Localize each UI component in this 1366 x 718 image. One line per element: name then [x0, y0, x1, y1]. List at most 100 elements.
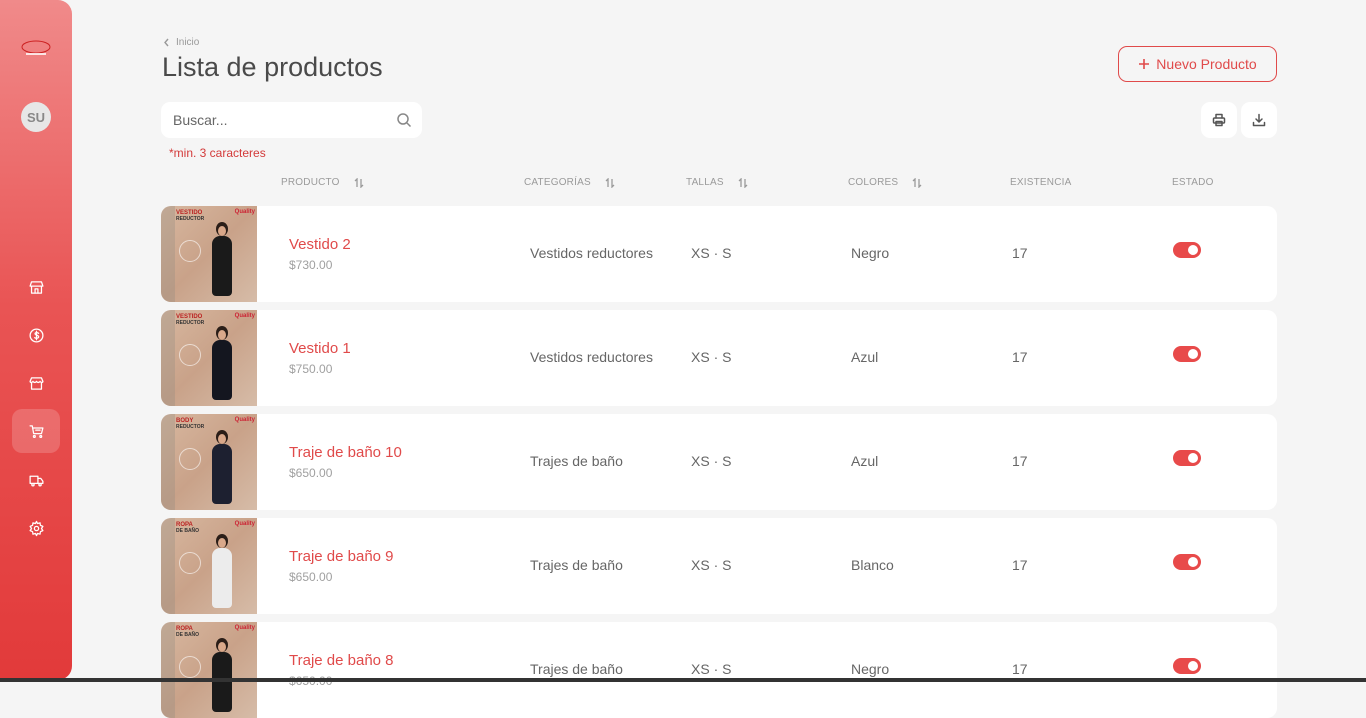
search-icon[interactable] [396, 112, 412, 128]
garment [212, 340, 232, 400]
product-name[interactable]: Traje de baño 10 [289, 444, 402, 461]
product-sizes: XS · S [691, 557, 732, 573]
product-name[interactable]: Traje de baño 9 [289, 548, 394, 565]
status-toggle[interactable] [1173, 554, 1201, 570]
thumbnail-brand: Quality [234, 625, 255, 631]
store-icon [28, 280, 44, 294]
product-thumbnail[interactable]: VESTIDO REDUCTOR Quality [161, 310, 257, 406]
column-header-stock: EXISTENCIA [1010, 177, 1072, 188]
product-category: Trajes de baño [530, 661, 623, 677]
nav-settings[interactable] [12, 506, 60, 550]
page-title: Lista de productos [162, 52, 383, 82]
thumbnail-brand: Quality [234, 521, 255, 527]
search-hint: *min. 3 caracteres [169, 146, 266, 160]
gear-icon [28, 520, 44, 536]
product-category: Vestidos reductores [530, 349, 653, 365]
nav-delivery[interactable] [12, 458, 60, 502]
product-category: Vestidos reductores [530, 245, 653, 261]
product-thumbnail[interactable]: ROPA DE BAÑO Quality [161, 622, 257, 718]
status-toggle[interactable] [1173, 242, 1201, 258]
model-figure [207, 634, 237, 718]
sort-icon [738, 177, 748, 188]
table-row[interactable]: VESTIDO REDUCTOR Quality Vestido 1 $750.… [161, 310, 1277, 406]
product-stock: 17 [1012, 557, 1028, 573]
thumbnail-leaf-decoration [161, 518, 175, 614]
thumbnail-subtitle: DE BAÑO [176, 528, 200, 534]
window-bottom-edge [0, 678, 1366, 682]
product-color: Blanco [851, 557, 894, 573]
product-sizes: XS · S [691, 245, 732, 261]
status-toggle[interactable] [1173, 658, 1201, 674]
new-product-button[interactable]: Nuevo Producto [1118, 46, 1277, 82]
product-stock: 17 [1012, 453, 1028, 469]
garment [212, 548, 232, 608]
table-row[interactable]: BODY REDUCTOR Quality Traje de baño 10 $… [161, 414, 1277, 510]
product-stock: 17 [1012, 349, 1028, 365]
brand-logo[interactable] [20, 38, 52, 58]
product-name[interactable]: Vestido 2 [289, 236, 351, 253]
product-category: Trajes de baño [530, 557, 623, 573]
thumbnail-leaf-decoration [161, 310, 175, 406]
thumbnail-badge [179, 448, 201, 470]
nav-shop[interactable] [12, 361, 60, 405]
plus-icon [1139, 59, 1150, 69]
model-figure [207, 530, 237, 614]
model-figure [207, 322, 237, 406]
thumbnail-badge [179, 552, 201, 574]
nav-store[interactable] [12, 265, 60, 309]
sort-icon [912, 177, 922, 188]
product-price: $650.00 [289, 570, 333, 584]
thumbnail-subtitle: DE BAÑO [176, 632, 200, 638]
garment [212, 444, 232, 504]
product-price: $750.00 [289, 362, 333, 376]
product-sizes: XS · S [691, 349, 732, 365]
thumbnail-brand: Quality [234, 209, 255, 215]
product-stock: 17 [1012, 661, 1028, 677]
print-button[interactable] [1201, 102, 1237, 138]
status-toggle[interactable] [1173, 450, 1201, 466]
dollar-icon [28, 327, 44, 343]
status-toggle[interactable] [1173, 346, 1201, 362]
breadcrumb-home[interactable]: Inicio [176, 37, 199, 48]
sort-icon [354, 177, 364, 188]
breadcrumb[interactable]: Inicio [163, 37, 199, 48]
download-button[interactable] [1241, 102, 1277, 138]
product-price: $650.00 [289, 466, 333, 480]
thumbnail-leaf-decoration [161, 414, 175, 510]
thumbnail-badge [179, 344, 201, 366]
nav-sales[interactable] [12, 313, 60, 357]
sort-icon [605, 177, 615, 188]
garment [212, 236, 232, 296]
product-thumbnail[interactable]: ROPA DE BAÑO Quality [161, 518, 257, 614]
garment [212, 652, 232, 712]
thumbnail-leaf-decoration [161, 622, 175, 718]
nav-cart[interactable] [12, 409, 60, 453]
search-input[interactable] [173, 112, 388, 128]
thumbnail-brand: Quality [234, 313, 255, 319]
table-row[interactable]: VESTIDO REDUCTOR Quality Vestido 2 $730.… [161, 206, 1277, 302]
column-header-sizes[interactable]: TALLAS [686, 177, 748, 188]
thumbnail-badge [179, 656, 201, 678]
avatar[interactable]: SU [21, 102, 51, 132]
model-figure [207, 426, 237, 510]
table-row[interactable]: ROPA DE BAÑO Quality Traje de baño 9 $65… [161, 518, 1277, 614]
search-box [161, 102, 422, 138]
product-thumbnail[interactable]: BODY REDUCTOR Quality [161, 414, 257, 510]
column-header-status: ESTADO [1172, 177, 1214, 188]
product-name[interactable]: Vestido 1 [289, 340, 351, 357]
product-color: Negro [851, 245, 890, 261]
thumbnail-subtitle: REDUCTOR [176, 424, 205, 430]
product-color: Negro [851, 661, 890, 677]
product-name[interactable]: Traje de baño 8 [289, 652, 394, 669]
column-header-categories[interactable]: CATEGORÍAS [524, 177, 615, 188]
product-thumbnail[interactable]: VESTIDO REDUCTOR Quality [161, 206, 257, 302]
model-figure [207, 218, 237, 302]
truck-icon [28, 475, 44, 487]
table-row[interactable]: ROPA DE BAÑO Quality Traje de baño 8 $65… [161, 622, 1277, 718]
printer-icon [1212, 113, 1226, 127]
column-header-colors[interactable]: COLORES [848, 177, 922, 188]
chevron-left-icon [164, 38, 169, 47]
product-stock: 17 [1012, 245, 1028, 261]
column-header-product[interactable]: PRODUCTO [281, 177, 364, 188]
thumbnail-badge [179, 240, 201, 262]
